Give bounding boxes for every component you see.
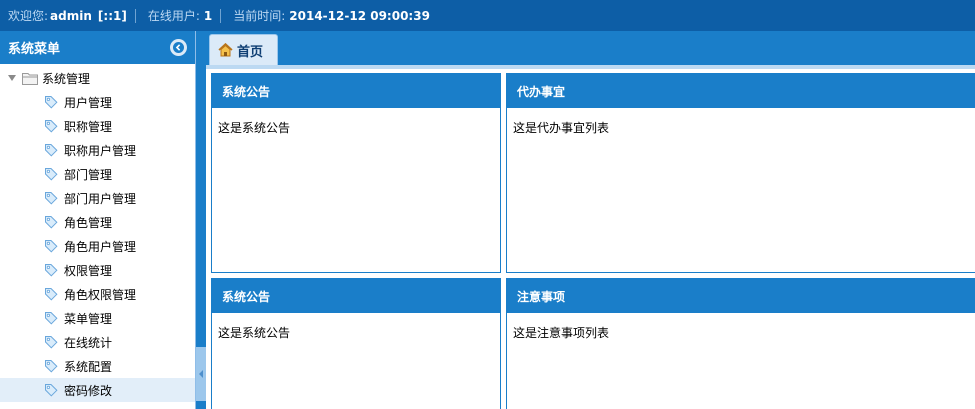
sidebar-menu-item[interactable]: 部门管理 bbox=[0, 162, 195, 186]
menu-tree: 系统管理 用户管理职称管理职称用户管理 部门管理部门用户管理 角色管理角色用户管理权… bbox=[0, 64, 195, 402]
client-ip: [::1] bbox=[97, 8, 127, 23]
expand-arrow-icon[interactable] bbox=[8, 74, 16, 82]
tree-node-system-management[interactable]: 系统管理 bbox=[0, 66, 195, 90]
sidebar-menu-item[interactable]: 系统配置 bbox=[0, 354, 195, 378]
sidebar-menu-item[interactable]: 职称管理 bbox=[0, 114, 195, 138]
sidebar-menu-item-label: 职称用户管理 bbox=[64, 143, 137, 158]
panel-header: 系统公告 bbox=[212, 74, 500, 108]
sidebar-menu-item-label: 系统配置 bbox=[64, 359, 113, 374]
sidebar-menu-item[interactable]: 部门用户管理 bbox=[0, 186, 195, 210]
time-group: 当前时间: 2014-12-12 09:00:39 bbox=[233, 7, 430, 24]
sidebar-menu-item-label: 角色权限管理 bbox=[64, 287, 137, 302]
tab-bar: 首页 bbox=[206, 31, 975, 65]
sidebar-menu-item-label: 用户管理 bbox=[64, 95, 113, 110]
sidebar-menu-item[interactable]: 职称用户管理 bbox=[0, 138, 195, 162]
online-group: 在线用户: 1 bbox=[148, 7, 212, 24]
tag-icon bbox=[45, 192, 58, 205]
tag-icon bbox=[45, 336, 58, 349]
sidebar-menu-item-label: 权限管理 bbox=[64, 263, 113, 278]
sidebar-menu-item[interactable]: 角色管理 bbox=[0, 210, 195, 234]
panel-body: 这是系统公告 bbox=[218, 326, 291, 340]
layout-splitter[interactable] bbox=[196, 31, 206, 409]
sidebar: 系统菜单 系统管理 用户管理职称管理职称用户管理 部门管理部门用户管理 角色管理角色… bbox=[0, 31, 196, 409]
double-chevron-left-icon bbox=[173, 42, 184, 53]
panel-notes: 注意事项 这是注意事项列表 bbox=[506, 278, 975, 409]
sidebar-menu-item-label: 角色管理 bbox=[64, 215, 113, 230]
online-users-label: 在线用户: bbox=[147, 9, 200, 23]
sidebar-menu-item-label: 密码修改 bbox=[64, 383, 113, 398]
splitter-handle[interactable] bbox=[196, 347, 206, 401]
tag-icon bbox=[45, 264, 58, 277]
sidebar-menu-item[interactable]: 用户管理 bbox=[0, 90, 195, 114]
sidebar-menu-item-label: 部门管理 bbox=[64, 167, 113, 182]
sidebar-menu-item-label: 在线统计 bbox=[64, 335, 113, 350]
tab-home-label: 首页 bbox=[237, 44, 264, 60]
tag-icon bbox=[45, 240, 58, 253]
sidebar-menu-item[interactable]: 在线统计 bbox=[0, 330, 195, 354]
panel-system-notice-2: 系统公告 这是系统公告 bbox=[211, 278, 501, 409]
panel-body: 这是注意事项列表 bbox=[513, 326, 610, 340]
current-user: admin bbox=[50, 8, 92, 23]
welcome-group: 欢迎您: admin [::1] bbox=[8, 7, 127, 24]
tag-icon bbox=[45, 384, 58, 397]
tag-icon bbox=[45, 144, 58, 157]
home-icon bbox=[218, 43, 233, 57]
sidebar-header: 系统菜单 bbox=[0, 31, 195, 64]
tag-icon bbox=[45, 312, 58, 325]
panel-header: 注意事项 bbox=[507, 279, 975, 313]
tag-icon bbox=[45, 360, 58, 373]
online-users-count: 1 bbox=[203, 8, 213, 23]
sidebar-title: 系统菜单 bbox=[8, 42, 61, 57]
tag-icon bbox=[45, 216, 58, 229]
panel-header: 系统公告 bbox=[212, 279, 500, 313]
panel-system-notice: 系统公告 这是系统公告 bbox=[211, 73, 501, 273]
sidebar-menu-item-label: 部门用户管理 bbox=[64, 191, 137, 206]
panel-body: 这是系统公告 bbox=[218, 121, 291, 135]
panel-todo: 代办事宜 这是代办事宜列表 bbox=[506, 73, 975, 273]
folder-open-icon bbox=[22, 72, 38, 85]
tag-icon bbox=[45, 120, 58, 133]
divider bbox=[134, 8, 136, 23]
panel-body: 这是代办事宜列表 bbox=[513, 121, 610, 135]
sidebar-menu-item-label: 菜单管理 bbox=[64, 311, 113, 326]
main-content: 首页 系统公告 这是系统公告 代办事宜 这是代办事宜列表 系统公告 这是系统公告… bbox=[206, 31, 975, 409]
current-time-value: 2014-12-12 09:00:39 bbox=[289, 8, 430, 23]
sidebar-menu-item-label: 职称管理 bbox=[64, 119, 113, 134]
panel-header: 代办事宜 bbox=[507, 74, 975, 108]
sidebar-menu-item[interactable]: 密码修改 bbox=[0, 378, 195, 402]
sidebar-menu-item[interactable]: 角色用户管理 bbox=[0, 234, 195, 258]
tab-home[interactable]: 首页 bbox=[209, 34, 278, 65]
tree-children: 用户管理职称管理职称用户管理 部门管理部门用户管理 角色管理角色用户管理 权限管理角色… bbox=[0, 90, 195, 402]
sidebar-menu-item[interactable]: 角色权限管理 bbox=[0, 282, 195, 306]
tag-icon bbox=[45, 168, 58, 181]
welcome-label: 欢迎您: bbox=[8, 9, 49, 23]
sidebar-menu-item-label: 角色用户管理 bbox=[64, 239, 137, 254]
top-status-bar: 欢迎您: admin [::1] 在线用户: 1 当前时间: 2014-12-1… bbox=[0, 0, 975, 31]
sidebar-menu-item[interactable]: 菜单管理 bbox=[0, 306, 195, 330]
tag-icon bbox=[45, 96, 58, 109]
collapse-sidebar-button[interactable] bbox=[170, 39, 187, 56]
tab-underline bbox=[206, 65, 975, 69]
sidebar-menu-item[interactable]: 权限管理 bbox=[0, 258, 195, 282]
divider bbox=[220, 8, 222, 23]
current-time-label: 当前时间: bbox=[233, 9, 286, 23]
small-arrow-left-icon bbox=[199, 370, 203, 378]
tag-icon bbox=[45, 288, 58, 301]
tree-root-label: 系统管理 bbox=[42, 71, 91, 86]
